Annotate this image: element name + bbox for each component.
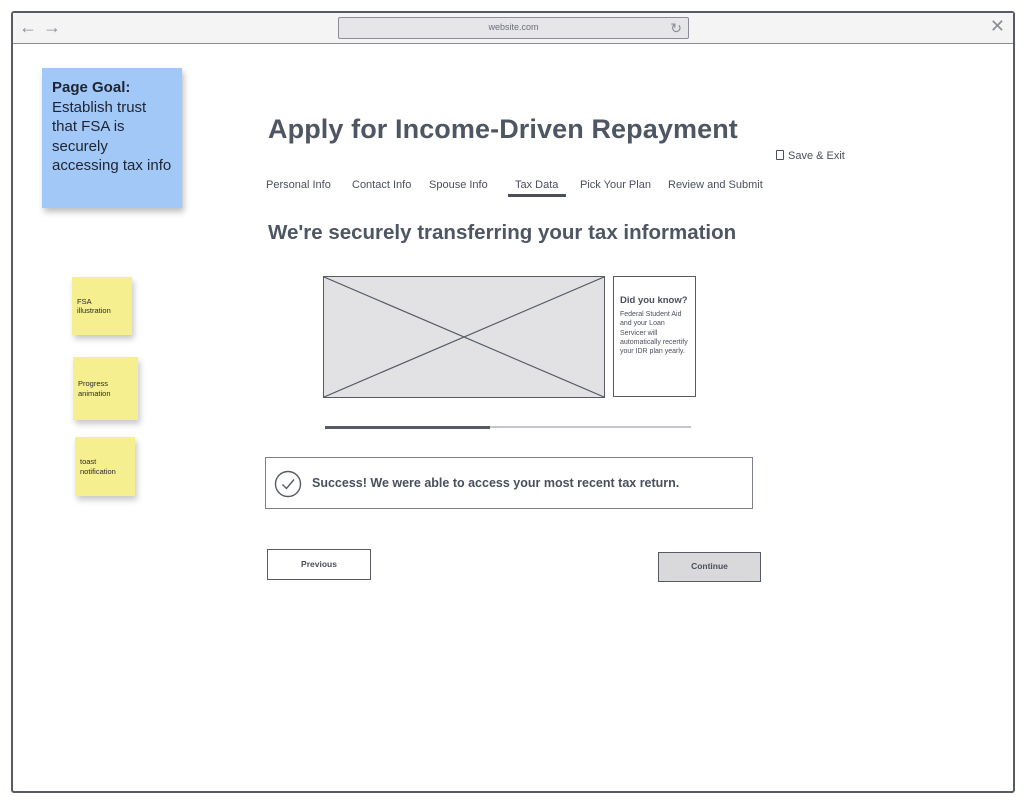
close-icon[interactable]: ✕: [990, 16, 1005, 36]
active-tab-indicator: [508, 194, 566, 197]
progress-bar-fill: [325, 425, 490, 429]
did-you-know-title: Did you know?: [620, 295, 688, 306]
page-goal-label: Page Goal:: [52, 79, 131, 96]
browser-toolbar: ← → website.com ↻ ✕: [13, 13, 1013, 44]
forward-arrow-icon[interactable]: →: [43, 17, 61, 37]
page-goal-text: Establish trust that FSA is securely acc…: [52, 98, 172, 175]
sticky-note-progress: Progress animation: [73, 357, 138, 420]
sticky-note-text: Progress animation: [78, 379, 111, 398]
image-placeholder-icon: [324, 277, 604, 397]
did-you-know-card: Did you know? Federal Student Aid and yo…: [613, 276, 696, 397]
continue-button[interactable]: Continue: [658, 552, 761, 582]
sticky-note-text: toast notification: [80, 457, 116, 476]
section-heading: We're securely transferring your tax inf…: [268, 221, 737, 244]
tab-tax-data[interactable]: Tax Data: [515, 179, 558, 195]
previous-button[interactable]: Previous: [267, 549, 371, 580]
address-bar[interactable]: website.com ↻: [338, 17, 689, 39]
sticky-note-toast: toast notification: [75, 437, 135, 496]
success-toast: Success! We were able to access your mos…: [265, 457, 753, 509]
save-exit-link[interactable]: Save & Exit: [776, 150, 845, 162]
fsa-illustration-placeholder: [323, 276, 605, 398]
tab-pick-your-plan[interactable]: Pick Your Plan: [580, 179, 651, 191]
sticky-note-illustration: FSA illustration: [72, 277, 132, 335]
save-exit-label: Save & Exit: [788, 150, 845, 162]
reload-icon[interactable]: ↻: [670, 19, 682, 37]
sticky-note-text: FSA illustration: [77, 296, 111, 316]
page-title: Apply for Income-Driven Repayment: [268, 114, 738, 144]
back-arrow-icon[interactable]: ←: [19, 17, 37, 37]
tab-contact-info[interactable]: Contact Info: [352, 179, 411, 191]
did-you-know-body: Federal Student Aid and your Loan Servic…: [620, 311, 688, 356]
url-text: website.com: [488, 22, 539, 32]
tab-personal-info[interactable]: Personal Info: [266, 179, 331, 191]
tab-review-and-submit[interactable]: Review and Submit: [668, 179, 763, 191]
tab-spouse-info[interactable]: Spouse Info: [429, 179, 488, 191]
toast-message: Success! We were able to access your mos…: [312, 476, 680, 490]
check-circle-icon: [274, 470, 302, 498]
document-icon: [776, 150, 784, 160]
page-goal-sticky-note: Page Goal: Establish trust that FSA is s…: [42, 68, 182, 208]
